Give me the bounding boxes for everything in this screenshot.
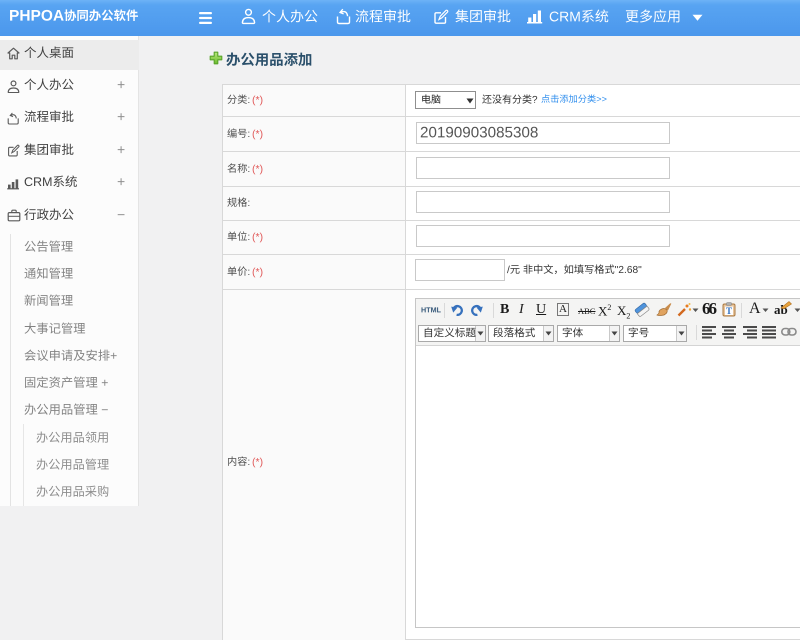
svg-text:T: T [726,306,732,316]
